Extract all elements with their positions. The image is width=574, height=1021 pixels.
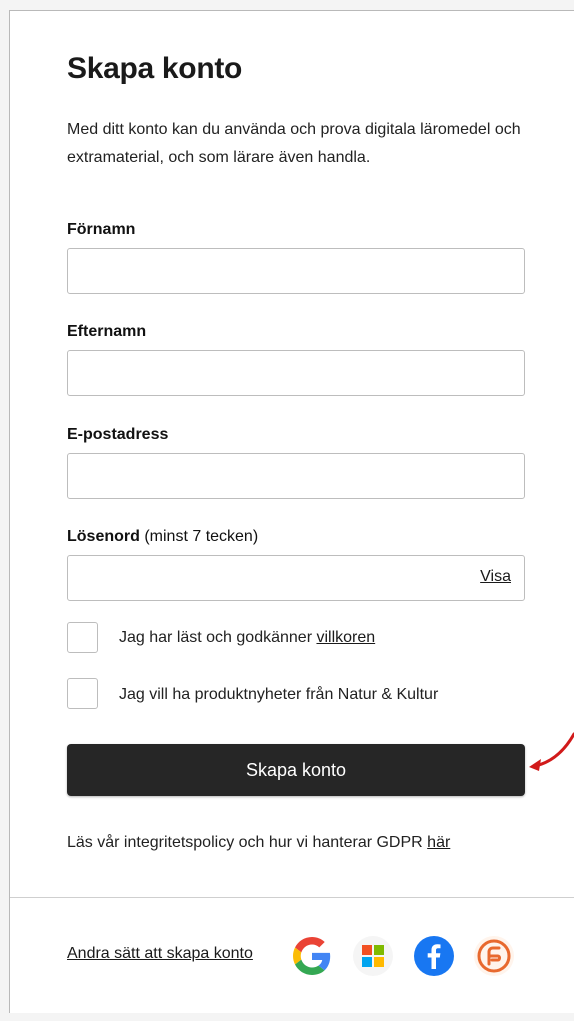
page-title: Skapa konto	[67, 52, 243, 85]
password-hint: (minst 7 tecken)	[144, 528, 259, 545]
footer-divider	[10, 897, 574, 898]
skolfederation-icon[interactable]	[474, 936, 514, 976]
alt-signup-link[interactable]: Andra sätt att skapa konto	[67, 945, 253, 963]
last-name-label: Efternamn	[67, 323, 147, 340]
first-name-label: Förnamn	[67, 221, 136, 238]
terms-link[interactable]: villkoren	[316, 629, 375, 646]
newsletter-checkbox[interactable]	[67, 678, 98, 709]
password-field[interactable]: Visa	[67, 555, 525, 601]
last-name-field[interactable]	[67, 350, 525, 396]
terms-text: Jag har läst och godkänner	[119, 629, 313, 646]
google-icon[interactable]	[292, 936, 332, 976]
password-label: Lösenord (minst 7 tecken)	[67, 528, 258, 546]
gdpr-link[interactable]: här	[427, 834, 450, 851]
newsletter-label: Jag vill ha produktnyheter från Natur & …	[119, 686, 439, 703]
gdpr-notice: Läs vår integritetspolicy och hur vi han…	[67, 834, 450, 852]
annotation-arrow-icon	[529, 732, 574, 771]
gdpr-text: Läs vår integritetspolicy och hur vi han…	[67, 834, 423, 851]
facebook-icon[interactable]	[414, 936, 454, 976]
create-account-button[interactable]: Skapa konto	[67, 744, 525, 796]
email-field[interactable]	[67, 453, 525, 499]
email-label: E-postadress	[67, 426, 169, 443]
first-name-field[interactable]	[67, 248, 525, 294]
terms-label: Jag har läst och godkänner villkoren	[119, 629, 375, 647]
show-password-link[interactable]: Visa	[480, 568, 511, 586]
terms-checkbox[interactable]	[67, 622, 98, 653]
password-label-text: Lösenord	[67, 528, 140, 545]
microsoft-icon[interactable]	[353, 936, 393, 976]
intro-text: Med ditt konto kan du använda och prova …	[67, 121, 521, 166]
